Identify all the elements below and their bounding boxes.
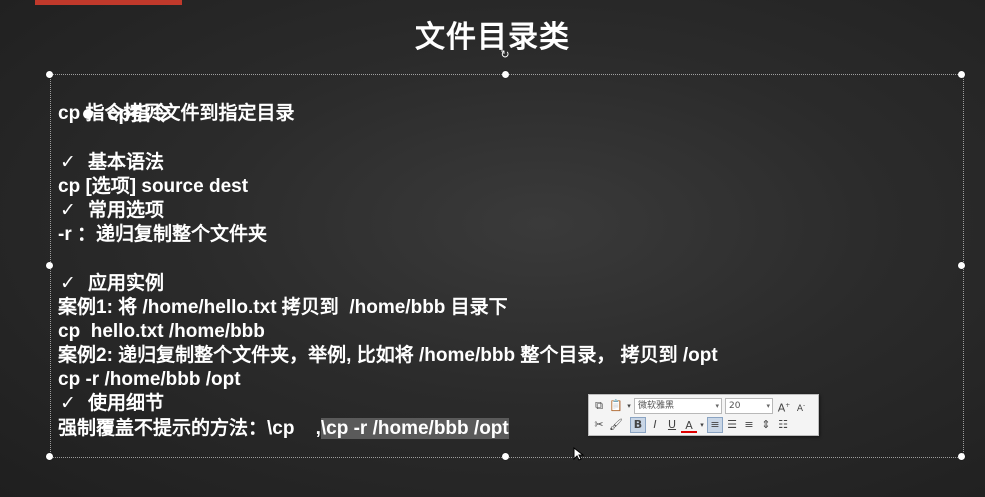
paste-icon[interactable]: 📋 bbox=[608, 398, 624, 414]
subheading-line: ✓ 基本语法 bbox=[58, 151, 938, 175]
line-spacing-icon[interactable]: ⇕ bbox=[758, 417, 774, 433]
toolbar-row-style: ✂ 🖌 B I U A ▾ ≡ ☰ ≡ ⇕ ☷ bbox=[591, 416, 792, 434]
align-center-icon[interactable]: ☰ bbox=[724, 417, 740, 433]
line-text: cp -r /home/bbb /opt bbox=[58, 369, 241, 391]
grow-font-button[interactable]: A+ bbox=[776, 398, 792, 415]
selected-text[interactable]: \cp -r /home/bbb /opt bbox=[320, 417, 509, 439]
mouse-cursor-icon bbox=[573, 447, 585, 461]
line-text: 常用选项 bbox=[88, 199, 165, 221]
font-size-dropdown[interactable]: 20 ▾ bbox=[725, 398, 773, 414]
bold-button[interactable]: B bbox=[630, 417, 646, 433]
line-text: 应用实例 bbox=[88, 272, 165, 294]
heading-line: cp指令 bbox=[58, 78, 938, 125]
line-text: cp [选项] source dest bbox=[58, 175, 249, 197]
format-painter-icon[interactable]: 🖌 bbox=[608, 417, 624, 433]
text-lines: cp 指令拷贝文件到指定目录 ✓ 基本语法 cp [选项] source dest ✓ 常… bbox=[58, 102, 938, 416]
resize-handle-bottom[interactable] bbox=[502, 453, 509, 460]
resize-handle-bottom-left[interactable] bbox=[46, 453, 53, 460]
line-text: 案例2: 递归复制整个文件夹，举例, 比如将 /home/bbb 整个目录， 拷… bbox=[58, 345, 718, 367]
line-text: 使用细节 bbox=[88, 393, 165, 415]
copy-format-icon[interactable]: ⧉ bbox=[591, 398, 607, 414]
line-text: -r ：递归复制整个文件夹 bbox=[58, 224, 268, 246]
check-icon: ✓ bbox=[60, 272, 76, 294]
italic-button[interactable]: I bbox=[647, 417, 663, 433]
subheading-line: ✓ 常用选项 bbox=[58, 199, 938, 223]
font-name-dropdown[interactable]: 微软雅黑 ▾ bbox=[634, 398, 722, 414]
resize-handle-bottom-right[interactable] bbox=[958, 453, 965, 460]
text-line: 案例2: 递归复制整个文件夹，举例, 比如将 /home/bbb 整个目录， 拷… bbox=[58, 344, 938, 368]
font-color-dropdown-icon[interactable]: ▾ bbox=[698, 417, 706, 433]
slide-title: 文件目录类 bbox=[415, 21, 570, 54]
underline-button[interactable]: U bbox=[664, 417, 680, 433]
line-text: 基本语法 bbox=[88, 151, 165, 173]
resize-handle-top[interactable] bbox=[502, 71, 509, 78]
resize-handle-top-right[interactable] bbox=[958, 71, 965, 78]
check-icon: ✓ bbox=[60, 393, 76, 415]
line-text: cp hello.txt /home/bbb bbox=[58, 320, 265, 342]
check-icon: ✓ bbox=[60, 199, 76, 221]
text-line: 案例1: 将 /home/hello.txt 拷贝到 /home/bbb 目录下 bbox=[58, 296, 938, 320]
text-line: cp -r /home/bbb /opt bbox=[58, 368, 938, 392]
resize-handle-top-left[interactable] bbox=[46, 71, 53, 78]
paste-dropdown-icon[interactable]: ▾ bbox=[625, 398, 633, 414]
slide-text-body[interactable]: cp指令 cp 指令拷贝文件到指定目录 ✓ 基本语法 cp [选项] source d… bbox=[58, 78, 938, 441]
toolbar-row-font: ⧉ 📋 ▾ 微软雅黑 ▾ 20 ▾ A+ A- bbox=[591, 397, 810, 415]
subheading-line: ✓ 应用实例 bbox=[58, 272, 938, 296]
text-line: cp 指令拷贝文件到指定目录 bbox=[58, 102, 938, 126]
text-line: cp [选项] source dest bbox=[58, 175, 938, 199]
top-accent-tab bbox=[35, 0, 182, 5]
resize-handle-left[interactable] bbox=[46, 262, 53, 269]
line-text: cp 指令拷贝文件到指定目录 bbox=[58, 103, 295, 125]
align-right-icon[interactable]: ≡ bbox=[741, 417, 757, 433]
shrink-font-button[interactable]: A- bbox=[793, 398, 809, 414]
check-icon: ✓ bbox=[60, 151, 76, 173]
text-line: -r ：递归复制整个文件夹 bbox=[58, 223, 938, 247]
resize-handle-right[interactable] bbox=[958, 262, 965, 269]
rotate-handle-icon[interactable]: ↻ bbox=[500, 50, 510, 61]
mini-format-toolbar: ⧉ 📋 ▾ 微软雅黑 ▾ 20 ▾ A+ A- ✂ 🖌 B I U A ▾ ≡ ☰ … bbox=[588, 394, 819, 436]
line-text: 案例1: 将 /home/hello.txt 拷贝到 /home/bbb 目录下 bbox=[58, 296, 508, 318]
cut-icon[interactable]: ✂ bbox=[591, 417, 607, 433]
bullet-list-icon[interactable]: ☷ bbox=[775, 417, 791, 433]
align-left-icon[interactable]: ≡ bbox=[707, 417, 723, 433]
detail-prefix: 强制覆盖不提示的方法：\cp , bbox=[58, 417, 321, 439]
text-line: cp hello.txt /home/bbb bbox=[58, 320, 938, 344]
font-color-button[interactable]: A bbox=[681, 418, 697, 433]
